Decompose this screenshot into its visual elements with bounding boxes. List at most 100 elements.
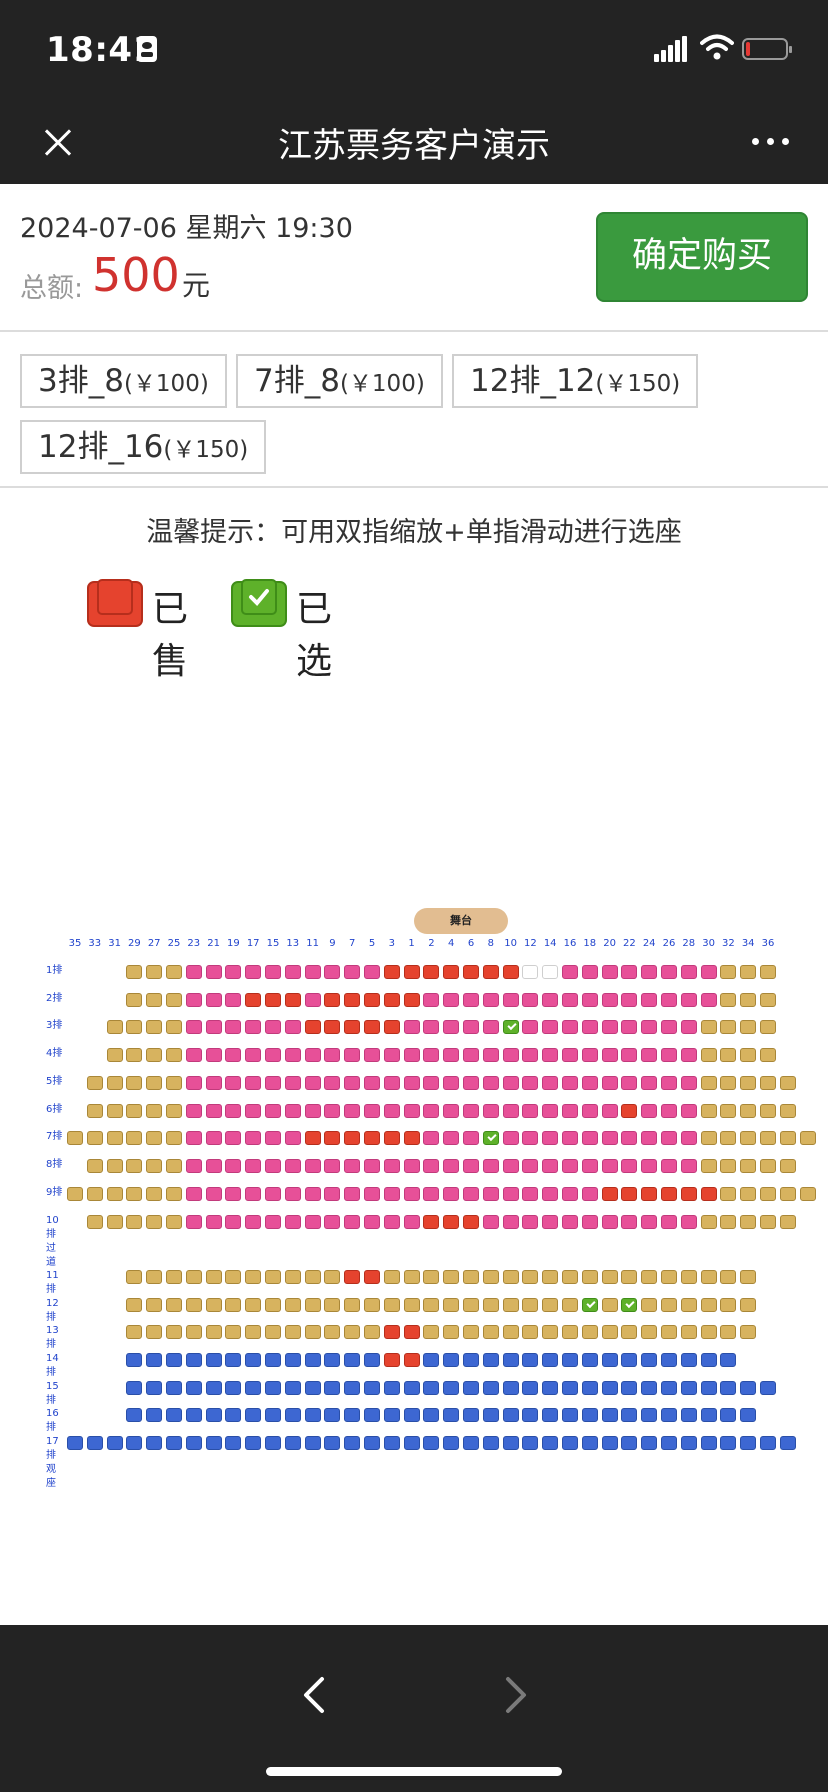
- seat[interactable]: [166, 1104, 182, 1118]
- seat[interactable]: [205, 1215, 222, 1229]
- seat[interactable]: [146, 1436, 163, 1450]
- seat[interactable]: [304, 1353, 321, 1367]
- seat[interactable]: [106, 1187, 123, 1201]
- seat[interactable]: [126, 1020, 143, 1034]
- seat[interactable]: [126, 1215, 143, 1229]
- seat[interactable]: [463, 1104, 479, 1118]
- seat[interactable]: [720, 1104, 737, 1118]
- seat[interactable]: [641, 993, 658, 1007]
- seat[interactable]: [463, 1270, 479, 1284]
- seat[interactable]: [740, 1215, 757, 1229]
- seat[interactable]: [245, 1270, 262, 1284]
- seat[interactable]: [522, 1076, 539, 1090]
- seat[interactable]: [423, 1020, 440, 1034]
- seat[interactable]: [562, 1408, 578, 1422]
- seat[interactable]: [779, 1215, 796, 1229]
- seat[interactable]: [661, 965, 677, 979]
- seat[interactable]: [364, 1353, 380, 1367]
- seat[interactable]: [740, 1436, 757, 1450]
- seat[interactable]: [562, 1048, 578, 1062]
- seat[interactable]: [562, 993, 578, 1007]
- seat[interactable]: [740, 965, 757, 979]
- seat[interactable]: [522, 1408, 539, 1422]
- seat[interactable]: [720, 1325, 737, 1339]
- seat[interactable]: [581, 993, 598, 1007]
- seat[interactable]: [562, 1020, 578, 1034]
- selected-ticket[interactable]: 12排_12(￥150): [452, 354, 699, 408]
- seat[interactable]: [680, 1408, 697, 1422]
- seat[interactable]: [423, 1104, 440, 1118]
- seat[interactable]: [265, 1020, 281, 1034]
- seat[interactable]: [502, 1436, 519, 1450]
- seat[interactable]: [562, 1270, 578, 1284]
- seat[interactable]: [344, 1159, 361, 1173]
- seat[interactable]: [542, 1131, 559, 1145]
- seat[interactable]: [245, 1131, 262, 1145]
- seat[interactable]: [621, 1325, 638, 1339]
- seat[interactable]: [779, 1159, 796, 1173]
- seat[interactable]: [522, 1159, 539, 1173]
- seat[interactable]: [760, 1381, 776, 1395]
- seat[interactable]: [86, 1215, 103, 1229]
- seat[interactable]: [680, 993, 697, 1007]
- seat[interactable]: [581, 1353, 598, 1367]
- seat[interactable]: [502, 1381, 519, 1395]
- seat[interactable]: [225, 1020, 242, 1034]
- seat[interactable]: [146, 993, 163, 1007]
- seat[interactable]: [324, 1187, 341, 1201]
- seat[interactable]: [482, 1020, 499, 1034]
- seat[interactable]: [720, 1353, 737, 1367]
- seat[interactable]: [225, 1215, 242, 1229]
- seat[interactable]: [680, 1298, 697, 1312]
- seat[interactable]: [185, 1048, 202, 1062]
- seat[interactable]: [601, 1131, 618, 1145]
- seat[interactable]: [403, 1187, 420, 1201]
- seat[interactable]: [284, 1020, 301, 1034]
- seat[interactable]: [700, 1408, 717, 1422]
- seat[interactable]: [185, 965, 202, 979]
- seat[interactable]: [562, 1187, 578, 1201]
- seat[interactable]: [482, 1298, 499, 1312]
- seat[interactable]: [324, 1325, 341, 1339]
- seat[interactable]: [166, 1353, 182, 1367]
- seat[interactable]: [304, 965, 321, 979]
- seat[interactable]: [324, 1381, 341, 1395]
- seat[interactable]: [265, 1076, 281, 1090]
- seat[interactable]: [344, 1353, 361, 1367]
- seat[interactable]: [126, 1159, 143, 1173]
- seat[interactable]: [760, 1048, 776, 1062]
- seat[interactable]: [166, 1020, 182, 1034]
- seat[interactable]: [245, 1020, 262, 1034]
- seat[interactable]: [185, 1325, 202, 1339]
- seat[interactable]: [502, 1104, 519, 1118]
- seat[interactable]: [641, 1215, 658, 1229]
- seat[interactable]: [423, 1159, 440, 1173]
- seat[interactable]: [304, 1298, 321, 1312]
- seat[interactable]: [284, 1270, 301, 1284]
- seat[interactable]: [661, 1325, 677, 1339]
- seat[interactable]: [185, 1187, 202, 1201]
- seat[interactable]: [245, 1298, 262, 1312]
- seat[interactable]: [463, 1353, 479, 1367]
- seat[interactable]: [245, 1048, 262, 1062]
- seat[interactable]: [225, 965, 242, 979]
- seat[interactable]: [126, 1187, 143, 1201]
- seat[interactable]: [482, 1436, 499, 1450]
- seat[interactable]: [522, 1020, 539, 1034]
- seat[interactable]: [542, 1298, 559, 1312]
- seat[interactable]: [621, 965, 638, 979]
- seat[interactable]: [364, 1076, 380, 1090]
- seat[interactable]: [700, 1020, 717, 1034]
- seat[interactable]: [166, 1381, 182, 1395]
- seat[interactable]: [146, 1298, 163, 1312]
- confirm-purchase-button[interactable]: 确定购买: [596, 212, 808, 302]
- seat[interactable]: [581, 1076, 598, 1090]
- seat[interactable]: [245, 1104, 262, 1118]
- seat[interactable]: [799, 1187, 816, 1201]
- seat[interactable]: [423, 993, 440, 1007]
- seat[interactable]: [562, 965, 578, 979]
- seat[interactable]: [166, 1325, 182, 1339]
- seat[interactable]: [185, 1381, 202, 1395]
- seat[interactable]: [344, 965, 361, 979]
- seat[interactable]: [522, 993, 539, 1007]
